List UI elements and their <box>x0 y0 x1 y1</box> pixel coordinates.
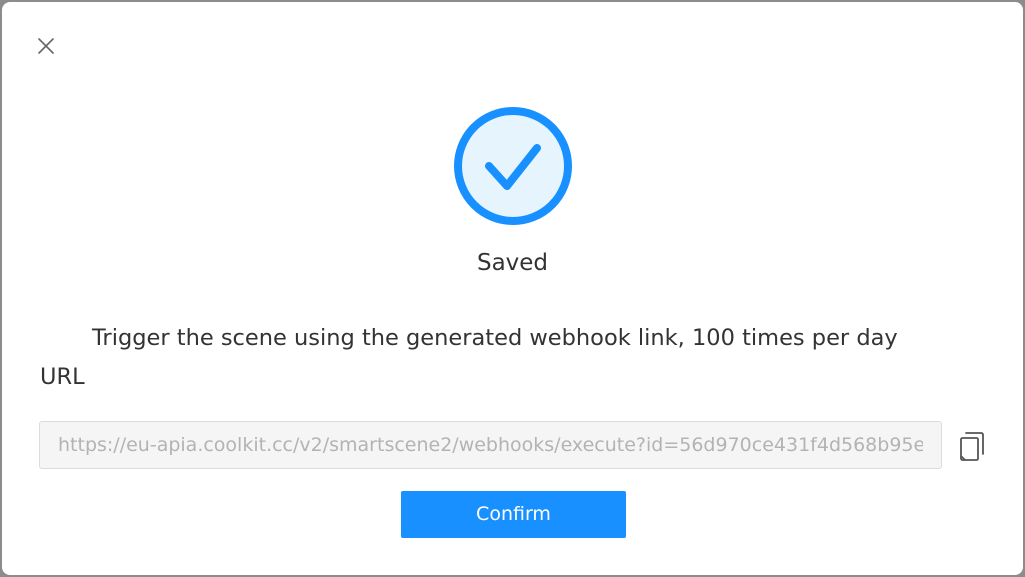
url-label: URL <box>40 364 85 390</box>
copy-icon <box>960 432 984 461</box>
dialog-title: Saved <box>476 250 549 276</box>
description-text: Trigger the scene using the generated we… <box>40 320 990 356</box>
confirm-button[interactable]: Confirm <box>401 491 626 538</box>
description-label: Trigger the scene using the generated we… <box>92 325 898 351</box>
close-button[interactable] <box>34 34 60 60</box>
webhook-url-field[interactable] <box>39 421 942 469</box>
close-icon <box>38 38 54 54</box>
webhook-saved-dialog: Saved Trigger the scene using the genera… <box>2 2 1023 575</box>
copy-url-button[interactable] <box>957 430 987 464</box>
check-circle-icon <box>453 106 573 226</box>
